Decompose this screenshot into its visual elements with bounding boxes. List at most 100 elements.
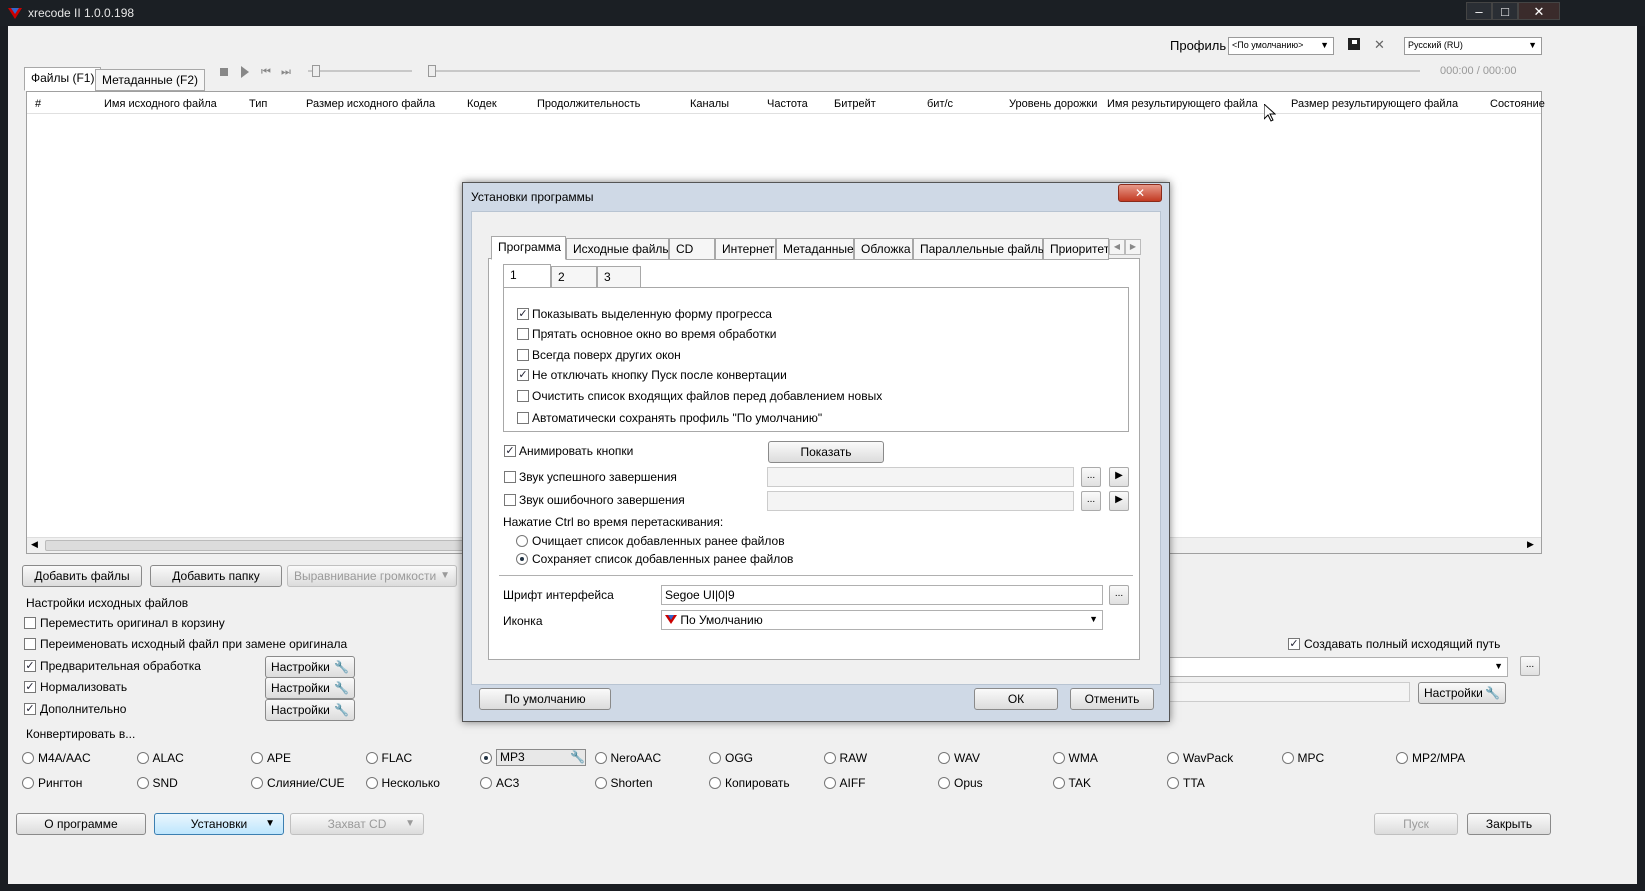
format-radio[interactable] — [136, 777, 149, 789]
tab-metadata[interactable]: Метаданные (F2) — [95, 69, 205, 91]
about-button[interactable]: О программе — [16, 813, 146, 835]
column-header[interactable]: Продолжительность — [537, 98, 640, 110]
column-header[interactable]: Размер результирующего файла — [1291, 98, 1458, 110]
format-radio[interactable] — [365, 752, 378, 764]
browse-error-sound-button[interactable]: ... — [1081, 491, 1101, 511]
format-radio[interactable] — [22, 777, 34, 789]
format-radio[interactable] — [594, 752, 607, 764]
format-radio[interactable] — [1167, 777, 1179, 789]
show-button[interactable]: Показать — [768, 441, 884, 463]
subtab-3[interactable]: 3 — [597, 266, 641, 288]
format-radio[interactable] — [709, 777, 721, 789]
checkbox-rename-source[interactable] — [24, 638, 36, 650]
format-radio[interactable] — [1396, 752, 1408, 764]
volume-button[interactable]: Выравнивание громкости ▼ — [287, 565, 457, 587]
radio-keep-list[interactable] — [516, 553, 528, 565]
output-path-combo[interactable]: ▼ — [1168, 657, 1508, 677]
dialog-tab[interactable]: Интернет — [715, 238, 776, 260]
format-radio[interactable] — [480, 752, 492, 764]
cd-rip-button[interactable]: Захват CD ▼ — [290, 813, 424, 835]
column-header[interactable]: Каналы — [690, 98, 729, 110]
format-radio[interactable] — [1281, 752, 1294, 764]
stop-icon[interactable] — [220, 68, 228, 76]
scroll-left-icon[interactable]: ◀ — [31, 539, 38, 550]
dialog-tab[interactable]: Метаданные — [776, 238, 854, 260]
save-profile-icon[interactable] — [1348, 38, 1360, 50]
profile-select[interactable]: <По умолчанию> ▼ — [1228, 37, 1334, 55]
option-checkbox[interactable]: ✓ — [517, 369, 529, 381]
format-radio[interactable] — [251, 752, 263, 764]
previous-icon[interactable]: ⏮ — [261, 66, 271, 79]
delete-profile-icon[interactable]: ✕ — [1374, 37, 1385, 53]
column-header[interactable]: Тип — [249, 98, 267, 110]
column-header[interactable]: Частота — [767, 98, 808, 110]
format-radio[interactable] — [365, 777, 378, 789]
dialog-tab[interactable]: Исходные файлы — [566, 238, 671, 260]
volume-slider[interactable] — [308, 65, 412, 77]
format-radio[interactable] — [594, 777, 607, 789]
sound-success-field[interactable] — [767, 467, 1074, 487]
close-window-button[interactable]: ✕ — [1518, 2, 1560, 20]
minimize-button[interactable]: – — [1466, 2, 1492, 20]
dialog-tab[interactable]: Программа — [491, 236, 566, 260]
checkbox-full-path[interactable]: ✓ — [1288, 638, 1300, 650]
start-button[interactable]: Пуск — [1374, 813, 1458, 835]
font-field[interactable]: Segoe UI|0|9 — [661, 585, 1103, 605]
dialog-tab[interactable]: Приоритет — [1043, 238, 1109, 260]
column-header[interactable]: Кодек — [467, 98, 497, 110]
format-radio[interactable] — [480, 777, 492, 789]
play-success-sound-icon[interactable]: ▶ — [1109, 467, 1129, 487]
column-header[interactable]: Уровень дорожки — [1009, 98, 1097, 110]
column-header[interactable]: Размер исходного файла — [306, 98, 435, 110]
play-error-sound-icon[interactable]: ▶ — [1109, 491, 1129, 511]
column-header[interactable]: Имя результирующего файла — [1107, 98, 1258, 110]
sound-error-field[interactable] — [767, 491, 1074, 511]
checkbox-animate-buttons[interactable]: ✓ — [504, 445, 516, 457]
format-radio[interactable] — [823, 777, 836, 789]
scroll-right-icon[interactable]: ▶ — [1527, 539, 1534, 550]
option-checkbox[interactable] — [517, 349, 529, 361]
play-icon[interactable] — [241, 66, 249, 78]
tab-scroll-right-icon[interactable]: ▶ — [1125, 239, 1141, 255]
close-button[interactable]: Закрыть — [1467, 813, 1551, 835]
browse-output-button[interactable]: ... — [1520, 656, 1540, 676]
normalize-settings-button[interactable]: Настройки 🔧 — [265, 677, 355, 699]
tab-scroll-left-icon[interactable]: ◀ — [1109, 239, 1125, 255]
option-checkbox[interactable] — [517, 390, 529, 402]
dialog-tab[interactable]: CD — [669, 238, 715, 260]
checkbox-move-original[interactable] — [24, 617, 36, 629]
format-radio[interactable] — [709, 752, 721, 764]
column-header[interactable]: Имя исходного файла — [104, 98, 217, 110]
icon-select[interactable]: По Умолчанию ▼ — [661, 610, 1103, 630]
option-checkbox[interactable] — [517, 328, 529, 340]
browse-success-sound-button[interactable]: ... — [1081, 467, 1101, 487]
subtab-1[interactable]: 1 — [503, 264, 551, 288]
add-folder-button[interactable]: Добавить папку — [150, 565, 282, 587]
add-files-button[interactable]: Добавить файлы — [22, 565, 142, 587]
checkbox-preprocess[interactable]: ✓ — [24, 660, 36, 672]
format-radio[interactable] — [1052, 777, 1065, 789]
settings-button[interactable]: Установки ▼ — [154, 813, 284, 835]
checkbox-sound-success[interactable] — [504, 471, 516, 483]
additional-settings-button[interactable]: Настройки 🔧 — [265, 699, 355, 721]
option-checkbox[interactable] — [517, 412, 529, 424]
checkbox-sound-error[interactable] — [504, 494, 516, 506]
dialog-close-button[interactable]: ✕ — [1118, 184, 1162, 202]
seek-slider[interactable] — [428, 65, 1420, 77]
font-browse-button[interactable]: ... — [1109, 585, 1129, 605]
checkbox-normalize[interactable]: ✓ — [24, 681, 36, 693]
column-header[interactable]: бит/с — [927, 98, 953, 110]
column-header[interactable]: # — [35, 98, 41, 110]
radio-clear-list[interactable] — [516, 535, 528, 547]
defaults-button[interactable]: По умолчанию — [479, 688, 611, 710]
format-radio[interactable] — [1052, 752, 1065, 764]
output-name-field[interactable] — [1168, 682, 1410, 702]
format-radio[interactable] — [823, 752, 836, 764]
dialog-tab[interactable]: Обложка — [854, 238, 913, 260]
maximize-button[interactable]: □ — [1492, 2, 1518, 20]
cancel-button[interactable]: Отменить — [1070, 688, 1154, 710]
output-settings-button[interactable]: Настройки 🔧 — [1418, 682, 1506, 704]
column-header[interactable]: Состояние — [1490, 98, 1545, 110]
dialog-tab[interactable]: Параллельные файлы — [913, 238, 1046, 260]
option-checkbox[interactable]: ✓ — [517, 308, 529, 320]
